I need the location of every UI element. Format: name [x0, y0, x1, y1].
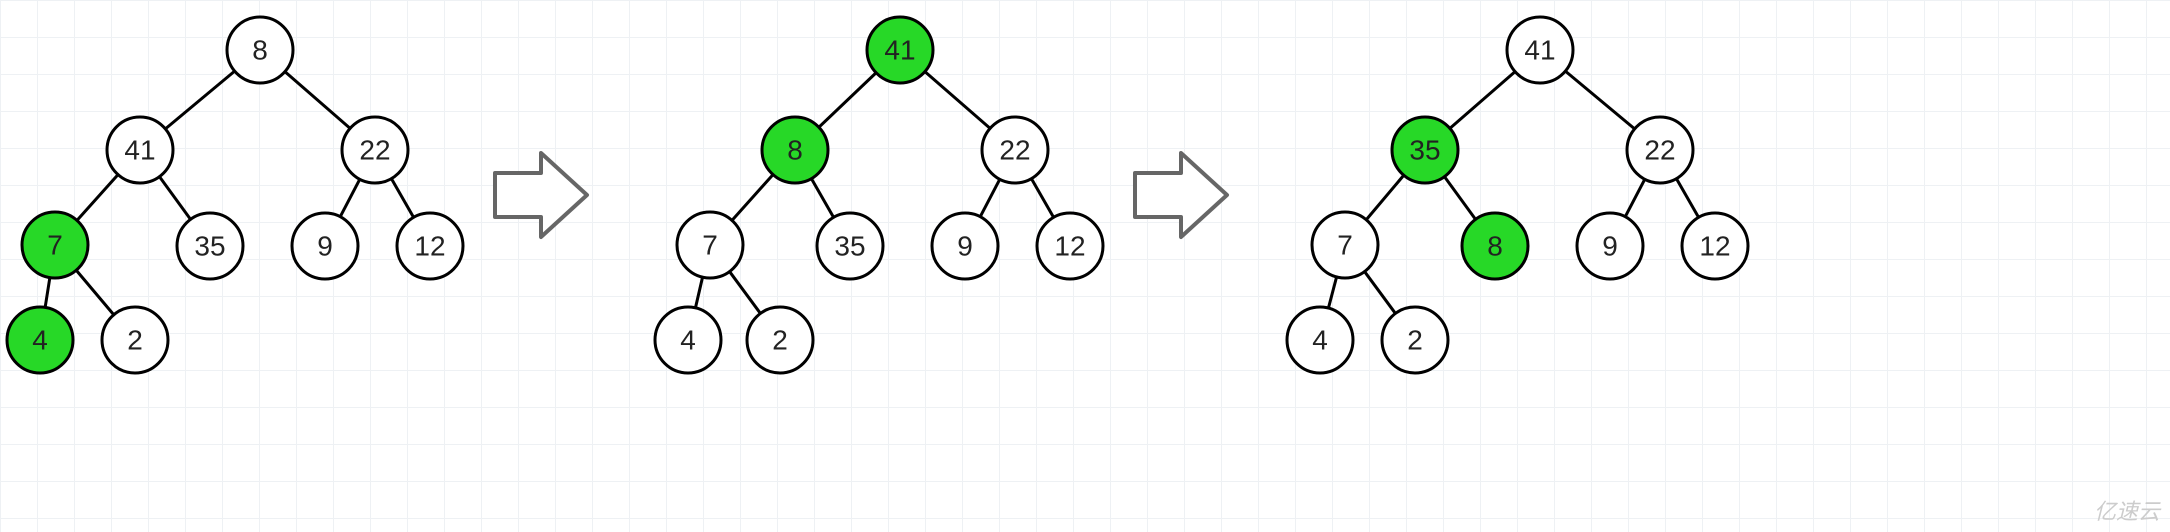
tree-2: 41 35 22 7 8 9 12 4 2 [1287, 17, 1748, 373]
node-label: 12 [414, 230, 445, 261]
node-label: 12 [1699, 230, 1730, 261]
node-label: 9 [317, 230, 333, 261]
tree-edge [1565, 71, 1634, 129]
tree-edge [732, 175, 773, 221]
tree-2-node: 12 [1682, 213, 1748, 279]
tree-0-node: 7 [22, 212, 88, 278]
tree-edge [391, 179, 413, 218]
tree-1-node: 22 [982, 117, 1048, 183]
node-label: 7 [1337, 229, 1353, 260]
tree-1-node: 9 [932, 213, 998, 279]
node-label: 9 [957, 230, 973, 261]
tree-1-node: 4 [655, 307, 721, 373]
node-label: 35 [1409, 134, 1440, 165]
tree-edge [695, 277, 702, 308]
node-label: 7 [702, 229, 718, 260]
tree-0-node: 12 [397, 213, 463, 279]
tree-edge [811, 179, 833, 218]
tree-0: 8 41 22 7 35 9 12 4 2 [7, 17, 463, 373]
node-label: 8 [252, 34, 268, 65]
tree-0-node: 22 [342, 117, 408, 183]
tree-0-node: 41 [107, 117, 173, 183]
tree-edge [1625, 179, 1645, 216]
tree-edge [980, 179, 1000, 216]
tree-0-node: 4 [7, 307, 73, 373]
tree-edge [1366, 175, 1403, 220]
tree-2-node: 8 [1462, 213, 1528, 279]
tree-1-node: 12 [1037, 213, 1103, 279]
tree-1: 41 8 22 7 35 9 12 4 2 [655, 17, 1103, 373]
tree-2-node: 4 [1287, 307, 1353, 373]
tree-edge [1444, 177, 1475, 220]
node-label: 22 [999, 134, 1030, 165]
node-label: 35 [194, 230, 225, 261]
node-label: 41 [1524, 34, 1555, 65]
tree-edge [285, 72, 350, 129]
tree-2-node: 41 [1507, 17, 1573, 83]
tree-2-node: 35 [1392, 117, 1458, 183]
tree-1-node: 7 [677, 212, 743, 278]
tree-1-node: 41 [867, 17, 933, 83]
node-label: 2 [772, 324, 788, 355]
tree-edge [77, 175, 118, 221]
tree-edge [165, 71, 234, 129]
node-label: 4 [680, 324, 696, 355]
svg-root: 8 41 22 7 35 9 12 4 2 41 8 22 7 35 9 12 4 2 41 35 22 7 8 9 12 4 2 [0, 0, 2170, 532]
node-label: 12 [1054, 230, 1085, 261]
node-label: 41 [124, 134, 155, 165]
tree-edge [819, 73, 876, 127]
tree-1-node: 35 [817, 213, 883, 279]
tree-edge [340, 179, 360, 216]
tree-edge [1450, 72, 1515, 129]
tree-2-node: 7 [1312, 212, 1378, 278]
tree-0-node: 9 [292, 213, 358, 279]
tree-2-node: 2 [1382, 307, 1448, 373]
tree-edge [1365, 272, 1396, 314]
tree-0-node: 2 [102, 307, 168, 373]
arrow-icon [495, 153, 587, 237]
tree-2-node: 9 [1577, 213, 1643, 279]
arrow-icon [1135, 153, 1227, 237]
node-label: 22 [359, 134, 390, 165]
tree-0-node: 8 [227, 17, 293, 83]
tree-edge [730, 272, 761, 314]
diagram-canvas: 841227359124241822735912424135227891242 … [0, 0, 2170, 532]
node-label: 9 [1602, 230, 1618, 261]
node-label: 35 [834, 230, 865, 261]
tree-0-node: 35 [177, 213, 243, 279]
node-label: 22 [1644, 134, 1675, 165]
node-label: 41 [884, 34, 915, 65]
node-label: 2 [1407, 324, 1423, 355]
tree-1-node: 2 [747, 307, 813, 373]
node-label: 4 [1312, 324, 1328, 355]
tree-2-node: 22 [1627, 117, 1693, 183]
tree-edge [45, 278, 50, 308]
tree-edge [1328, 277, 1336, 308]
tree-edge [159, 177, 190, 220]
node-label: 7 [47, 229, 63, 260]
tree-edge [925, 72, 990, 129]
tree-edge [1676, 179, 1698, 218]
node-label: 8 [1487, 230, 1503, 261]
watermark-text: 亿速云 [2094, 494, 2160, 526]
tree-edge [1031, 179, 1053, 218]
tree-1-node: 8 [762, 117, 828, 183]
tree-edge [76, 270, 113, 315]
node-label: 8 [787, 134, 803, 165]
node-label: 2 [127, 324, 143, 355]
node-label: 4 [32, 324, 48, 355]
